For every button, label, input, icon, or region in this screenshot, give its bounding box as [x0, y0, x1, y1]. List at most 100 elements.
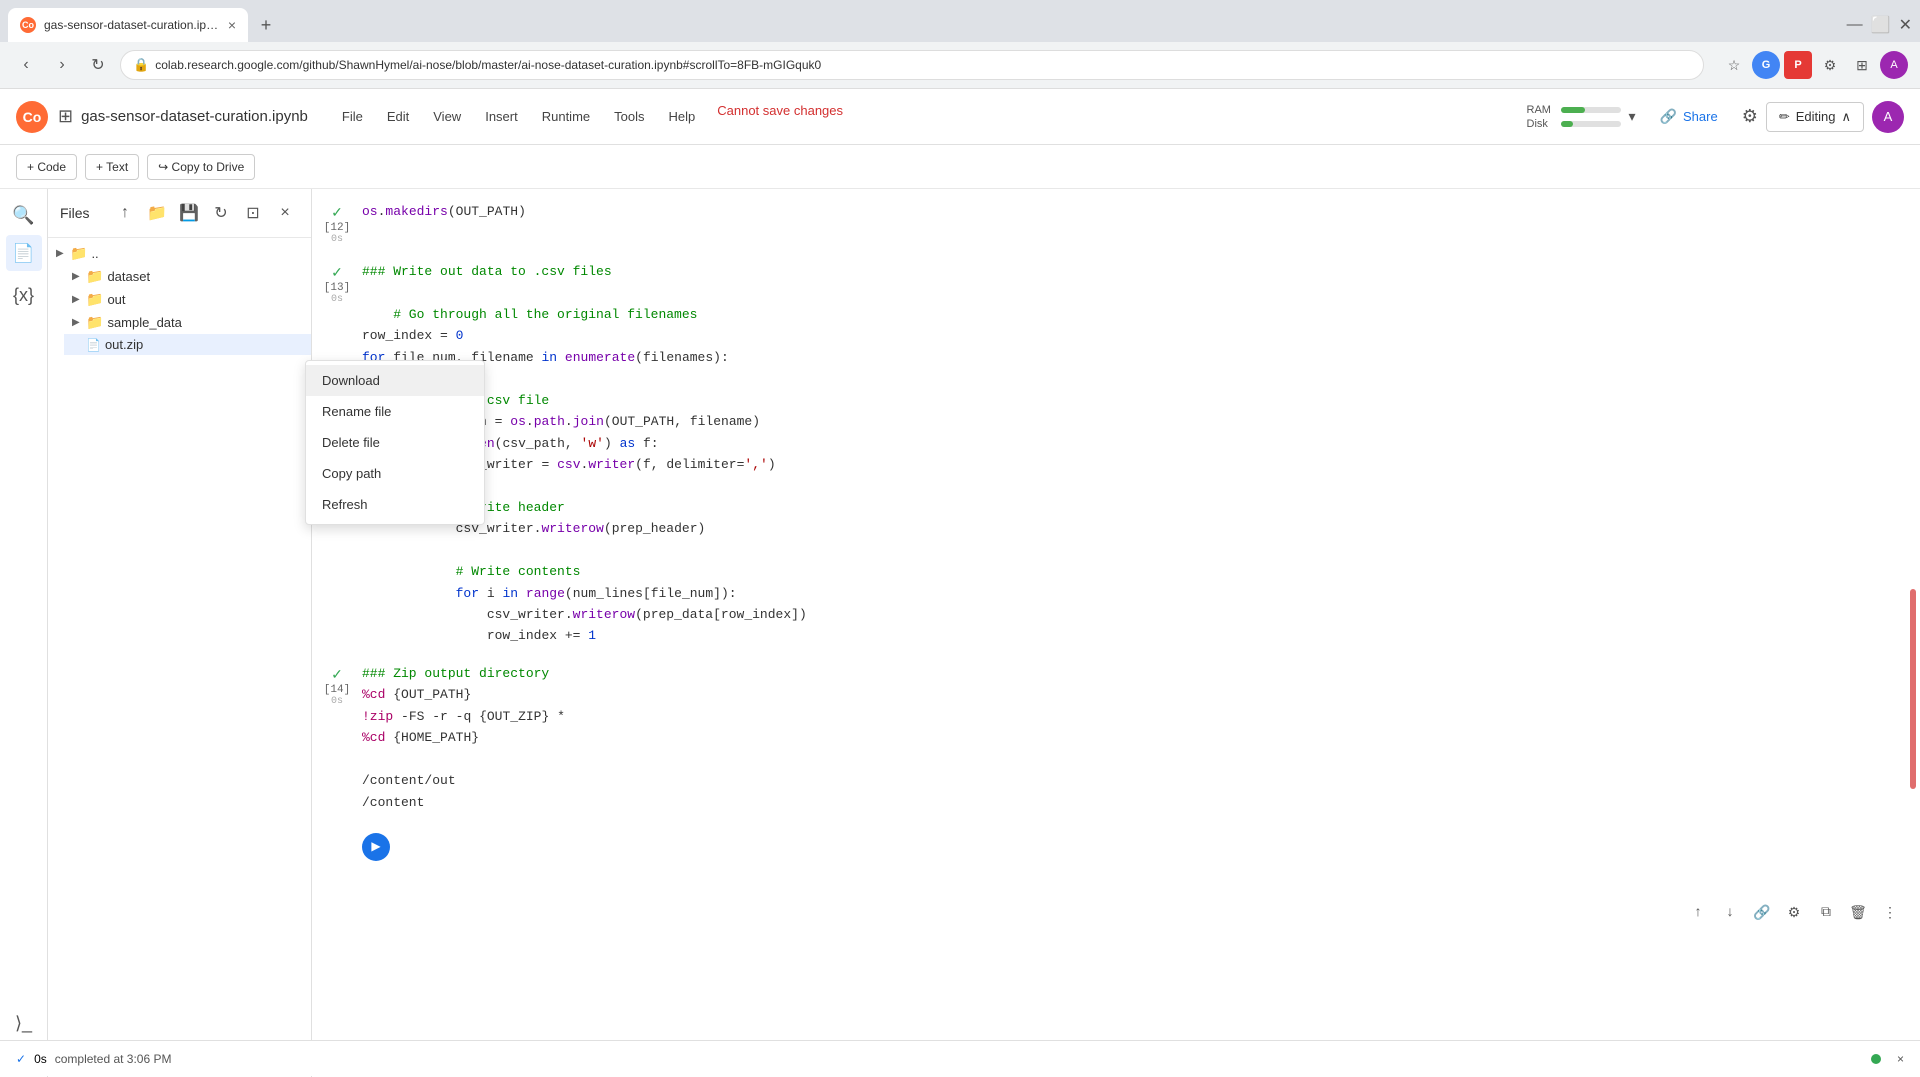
status-close-button[interactable]: × [1897, 1052, 1904, 1066]
expand-arrow: ▶ [72, 294, 84, 305]
chevron-up-icon: ∧ [1841, 109, 1851, 125]
cell-12: ✓ [12] 0s os.makedirs(OUT_PATH) [312, 197, 1920, 249]
refresh-button[interactable]: ↻ [84, 51, 112, 79]
close-window-button[interactable]: ✕ [1899, 15, 1912, 35]
share-button[interactable]: 🔗 Share [1644, 102, 1734, 131]
status-completed-text: completed at 3:06 PM [55, 1052, 172, 1066]
colab-right-toolbar: RAM Disk ▾ 🔗 Share ⚙ ✏ Editing ∧ A [1527, 101, 1904, 133]
file-item-dataset[interactable]: ▶ 📁 dataset [64, 265, 311, 288]
menu-file[interactable]: File [332, 103, 373, 130]
run-cell-button[interactable]: ▶ [362, 833, 390, 861]
cell-14-gutter: ✓ [14] 0s [312, 663, 362, 707]
move-down-button[interactable]: ↓ [1716, 899, 1744, 927]
folder-icon: 📁 [86, 314, 103, 331]
context-menu-item-copypath[interactable]: Copy path [306, 458, 484, 489]
colab-logo: Co [16, 101, 48, 133]
new-tab-button[interactable]: + [252, 11, 280, 39]
context-menu-item-download[interactable]: Download [306, 365, 484, 396]
colab-menu: File Edit View Insert Runtime Tools Help… [332, 103, 843, 130]
extension-icon-1[interactable]: G [1752, 51, 1780, 79]
file-item-name: out [107, 292, 125, 307]
file-item-dotdot[interactable]: ▶ 📁 .. [48, 242, 311, 265]
cell-13-number: [13] [324, 282, 350, 294]
add-code-button[interactable]: + Code [16, 154, 77, 180]
url-input[interactable]: 🔒 colab.research.google.com/github/Shawn… [120, 50, 1704, 80]
expand-arrow: ▶ [72, 317, 84, 328]
sidebar-icon-bar: 🔍 📄 {x} ⟩_ ☰ [0, 189, 48, 1077]
user-avatar-browser[interactable]: A [1880, 51, 1908, 79]
cell-14-time: 0s [331, 696, 343, 707]
link-cell-button[interactable]: 🔗 [1748, 899, 1776, 927]
sidebar-icon-search[interactable]: 🔍 [6, 197, 42, 233]
notebook-title: ⊞ gas-sensor-dataset-curation.ipynb [58, 106, 308, 127]
new-folder-button[interactable]: 📁 [143, 199, 171, 227]
address-icons: ☆ G P ⚙ ⊞ A [1720, 51, 1908, 79]
file-item-sample-data[interactable]: ▶ 📁 sample_data [64, 311, 311, 334]
main-layout: 🔍 📄 {x} ⟩_ ☰ Files ↑ 📁 💾 ↻ ⊡ × ▶ 📁 [0, 189, 1920, 1077]
folder-icon: 📁 [86, 268, 103, 285]
menu-insert[interactable]: Insert [475, 103, 528, 130]
mount-drive-button[interactable]: 💾 [175, 199, 203, 227]
browser-chrome: Co gas-sensor-dataset-curation.ipynb × +… [0, 0, 1920, 89]
upload-file-button[interactable]: ↑ [111, 199, 139, 227]
menu-tools[interactable]: Tools [604, 103, 654, 130]
cannot-save-label[interactable]: Cannot save changes [717, 103, 843, 130]
tab-bar: Co gas-sensor-dataset-curation.ipynb × +… [0, 0, 1920, 42]
close-panel-button[interactable]: × [271, 199, 299, 227]
editing-button[interactable]: ✏ Editing ∧ [1766, 102, 1864, 132]
extension-icon-4[interactable]: ⊞ [1848, 51, 1876, 79]
cell-12-gutter: ✓ [12] 0s [312, 201, 362, 245]
sidebar-icon-files[interactable]: 📄 [6, 235, 42, 271]
file-item-outzip[interactable]: ▶ 📄 out.zip [64, 334, 311, 355]
status-green-dot [1871, 1054, 1881, 1064]
context-menu-item-refresh[interactable]: Refresh [306, 489, 484, 520]
add-text-button[interactable]: + Text [85, 154, 139, 180]
back-button[interactable]: ‹ [12, 51, 40, 79]
active-tab[interactable]: Co gas-sensor-dataset-curation.ipynb × [8, 8, 248, 42]
files-panel-actions: ↑ 📁 💾 ↻ ⊡ × [111, 199, 299, 227]
user-avatar[interactable]: A [1872, 101, 1904, 133]
maximize-button[interactable]: ⬜ [1871, 15, 1891, 35]
minimize-button[interactable]: — [1847, 16, 1863, 34]
refresh-files-button[interactable]: ↻ [207, 199, 235, 227]
address-bar: ‹ › ↻ 🔒 colab.research.google.com/github… [0, 42, 1920, 88]
move-up-button[interactable]: ↑ [1684, 899, 1712, 927]
file-item-out[interactable]: ▶ 📁 out [64, 288, 311, 311]
cell-12-status: ✓ [331, 205, 343, 222]
menu-view[interactable]: View [423, 103, 471, 130]
copy-cell-button[interactable]: ⧉ [1812, 899, 1840, 927]
context-menu-item-delete[interactable]: Delete file [306, 427, 484, 458]
colab-settings-icon[interactable]: ⚙ [1742, 106, 1758, 127]
context-menu-item-rename[interactable]: Rename file [306, 396, 484, 427]
sidebar-icon-terminal[interactable]: ⟩_ [6, 1005, 42, 1041]
ram-progress [1561, 107, 1621, 113]
bookmark-icon[interactable]: ☆ [1720, 51, 1748, 79]
file-item-name: out.zip [105, 337, 143, 352]
menu-help[interactable]: Help [659, 103, 706, 130]
menu-runtime[interactable]: Runtime [532, 103, 600, 130]
file-tree: ▶ 📁 .. ▶ 📁 dataset ▶ 📁 out ▶ 📁 sample_da… [48, 238, 311, 1046]
code-area[interactable]: ✓ [12] 0s os.makedirs(OUT_PATH) ✓ [13] 0… [312, 189, 1920, 1077]
delete-cell-button[interactable]: 🗑 [1844, 899, 1872, 927]
extension-icon-3[interactable]: ⚙ [1816, 51, 1844, 79]
cell-12-code: os.makedirs(OUT_PATH) [362, 201, 1920, 222]
tab-title: gas-sensor-dataset-curation.ipynb [44, 18, 220, 32]
tab-close-button[interactable]: × [228, 17, 236, 33]
ram-disk-indicator: RAM Disk [1527, 104, 1621, 130]
more-options-button[interactable]: ⋮ [1876, 899, 1904, 927]
ram-disk-chevron[interactable]: ▾ [1629, 108, 1636, 125]
cell-14-number: [14] [324, 684, 350, 696]
context-menu: Download Rename file Delete file Copy pa… [305, 360, 485, 525]
status-check-icon: ✓ [16, 1052, 26, 1066]
file-item-name: dataset [107, 269, 150, 284]
cell-13: ✓ [13] 0s ### Write out data to .csv fil… [312, 257, 1920, 651]
sidebar-icon-git[interactable]: {x} [6, 277, 42, 313]
cell-settings-button[interactable]: ⚙ [1780, 899, 1808, 927]
file-icon: 📄 [86, 338, 101, 352]
expand-panel-button[interactable]: ⊡ [239, 199, 267, 227]
forward-button[interactable]: › [48, 51, 76, 79]
extension-icon-2[interactable]: P [1784, 51, 1812, 79]
menu-edit[interactable]: Edit [377, 103, 419, 130]
folder-icon: 📁 [70, 245, 87, 262]
copy-to-drive-button[interactable]: ↪ Copy to Drive [147, 154, 255, 180]
